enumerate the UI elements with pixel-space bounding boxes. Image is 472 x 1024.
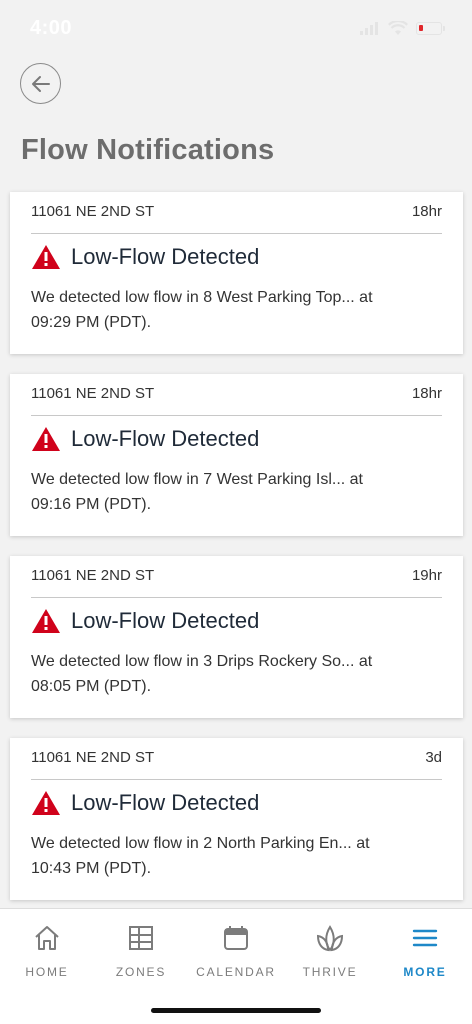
notification-title: Low-Flow Detected	[71, 426, 260, 451]
warning-icon	[32, 791, 60, 815]
warning-icon	[32, 245, 60, 269]
divider	[31, 415, 442, 416]
tab-label: ZONES	[115, 965, 167, 979]
zones-grid-icon	[129, 926, 153, 950]
divider	[31, 233, 442, 234]
tab-calendar[interactable]: CALENDAR	[189, 923, 283, 979]
notification-age: 18hr	[411, 203, 442, 220]
notification-age: 18hr	[411, 385, 442, 402]
notification-card[interactable]: 11061 NE 2ND ST 18hr Low-Flow Detected W…	[10, 374, 463, 536]
battery-icon	[416, 21, 445, 35]
card-header: 11061 NE 2ND ST 18hr	[31, 385, 442, 402]
status-icons	[360, 20, 445, 36]
message-line: 09:16 PM (PDT).	[31, 496, 152, 513]
leaf-icon	[316, 925, 344, 952]
tab-label: MORE	[403, 965, 447, 979]
notification-age: 19hr	[411, 567, 442, 584]
notification-card[interactable]: 11061 NE 2ND ST 19hr Low-Flow Detected W…	[10, 556, 463, 718]
message-line: We detected low flow in 7 West Parking I…	[31, 471, 363, 488]
status-bar: 4:00	[0, 0, 472, 56]
status-time: 4:00	[30, 16, 73, 39]
card-header: 11061 NE 2ND ST 19hr	[31, 567, 442, 584]
card-title-row: Low-Flow Detected	[31, 244, 259, 270]
notification-address: 11061 NE 2ND ST	[31, 567, 155, 584]
notification-title: Low-Flow Detected	[71, 244, 260, 269]
tab-bar: HOME ZONES CALENDAR THRIVE MORE	[0, 908, 472, 1024]
tab-thrive[interactable]: THRIVE	[283, 923, 377, 979]
notification-message: We detected low flow in 7 West Parking I…	[31, 467, 433, 517]
card-header: 11061 NE 2ND ST 3d	[31, 749, 442, 766]
tab-label: CALENDAR	[196, 965, 276, 979]
notification-message: We detected low flow in 3 Drips Rockery …	[31, 649, 433, 699]
card-header: 11061 NE 2ND ST 18hr	[31, 203, 442, 220]
arrow-left-icon	[31, 75, 50, 92]
notification-address: 11061 NE 2ND ST	[31, 385, 155, 402]
signal-icon	[360, 22, 378, 35]
message-line: We detected low flow in 8 West Parking T…	[31, 289, 373, 306]
tab-zones[interactable]: ZONES	[94, 923, 188, 979]
card-title-row: Low-Flow Detected	[31, 426, 259, 452]
notification-card[interactable]: 11061 NE 2ND ST 3d Low-Flow Detected We …	[10, 738, 463, 900]
notification-address: 11061 NE 2ND ST	[31, 749, 155, 766]
tab-more[interactable]: MORE	[378, 923, 472, 979]
tab-label: HOME	[25, 965, 69, 979]
notification-message: We detected low flow in 2 North Parking …	[31, 831, 433, 881]
notification-address: 11061 NE 2ND ST	[31, 203, 155, 220]
menu-icon	[412, 929, 438, 947]
tab-home[interactable]: HOME	[0, 923, 94, 979]
message-line: We detected low flow in 3 Drips Rockery …	[31, 653, 373, 670]
home-icon	[35, 926, 59, 950]
divider	[31, 597, 442, 598]
home-indicator	[151, 1008, 321, 1013]
notification-card[interactable]: 11061 NE 2ND ST 18hr Low-Flow Detected W…	[10, 192, 463, 354]
tab-label: THRIVE	[302, 965, 358, 979]
back-button[interactable]	[20, 63, 61, 104]
notification-title: Low-Flow Detected	[71, 790, 260, 815]
notification-age: 3d	[425, 749, 442, 766]
message-line: 08:05 PM (PDT).	[31, 678, 152, 695]
card-title-row: Low-Flow Detected	[31, 790, 259, 816]
message-line: 09:29 PM (PDT).	[31, 314, 152, 331]
message-line: 10:43 PM (PDT).	[31, 860, 152, 877]
message-line: We detected low flow in 2 North Parking …	[31, 835, 370, 852]
warning-icon	[32, 609, 60, 633]
calendar-icon	[224, 926, 248, 950]
warning-icon	[32, 427, 60, 451]
divider	[31, 779, 442, 780]
notification-title: Low-Flow Detected	[71, 608, 260, 633]
wifi-icon	[388, 20, 408, 35]
page-title: Flow Notifications	[21, 134, 275, 166]
card-title-row: Low-Flow Detected	[31, 608, 259, 634]
notification-message: We detected low flow in 8 West Parking T…	[31, 285, 433, 335]
